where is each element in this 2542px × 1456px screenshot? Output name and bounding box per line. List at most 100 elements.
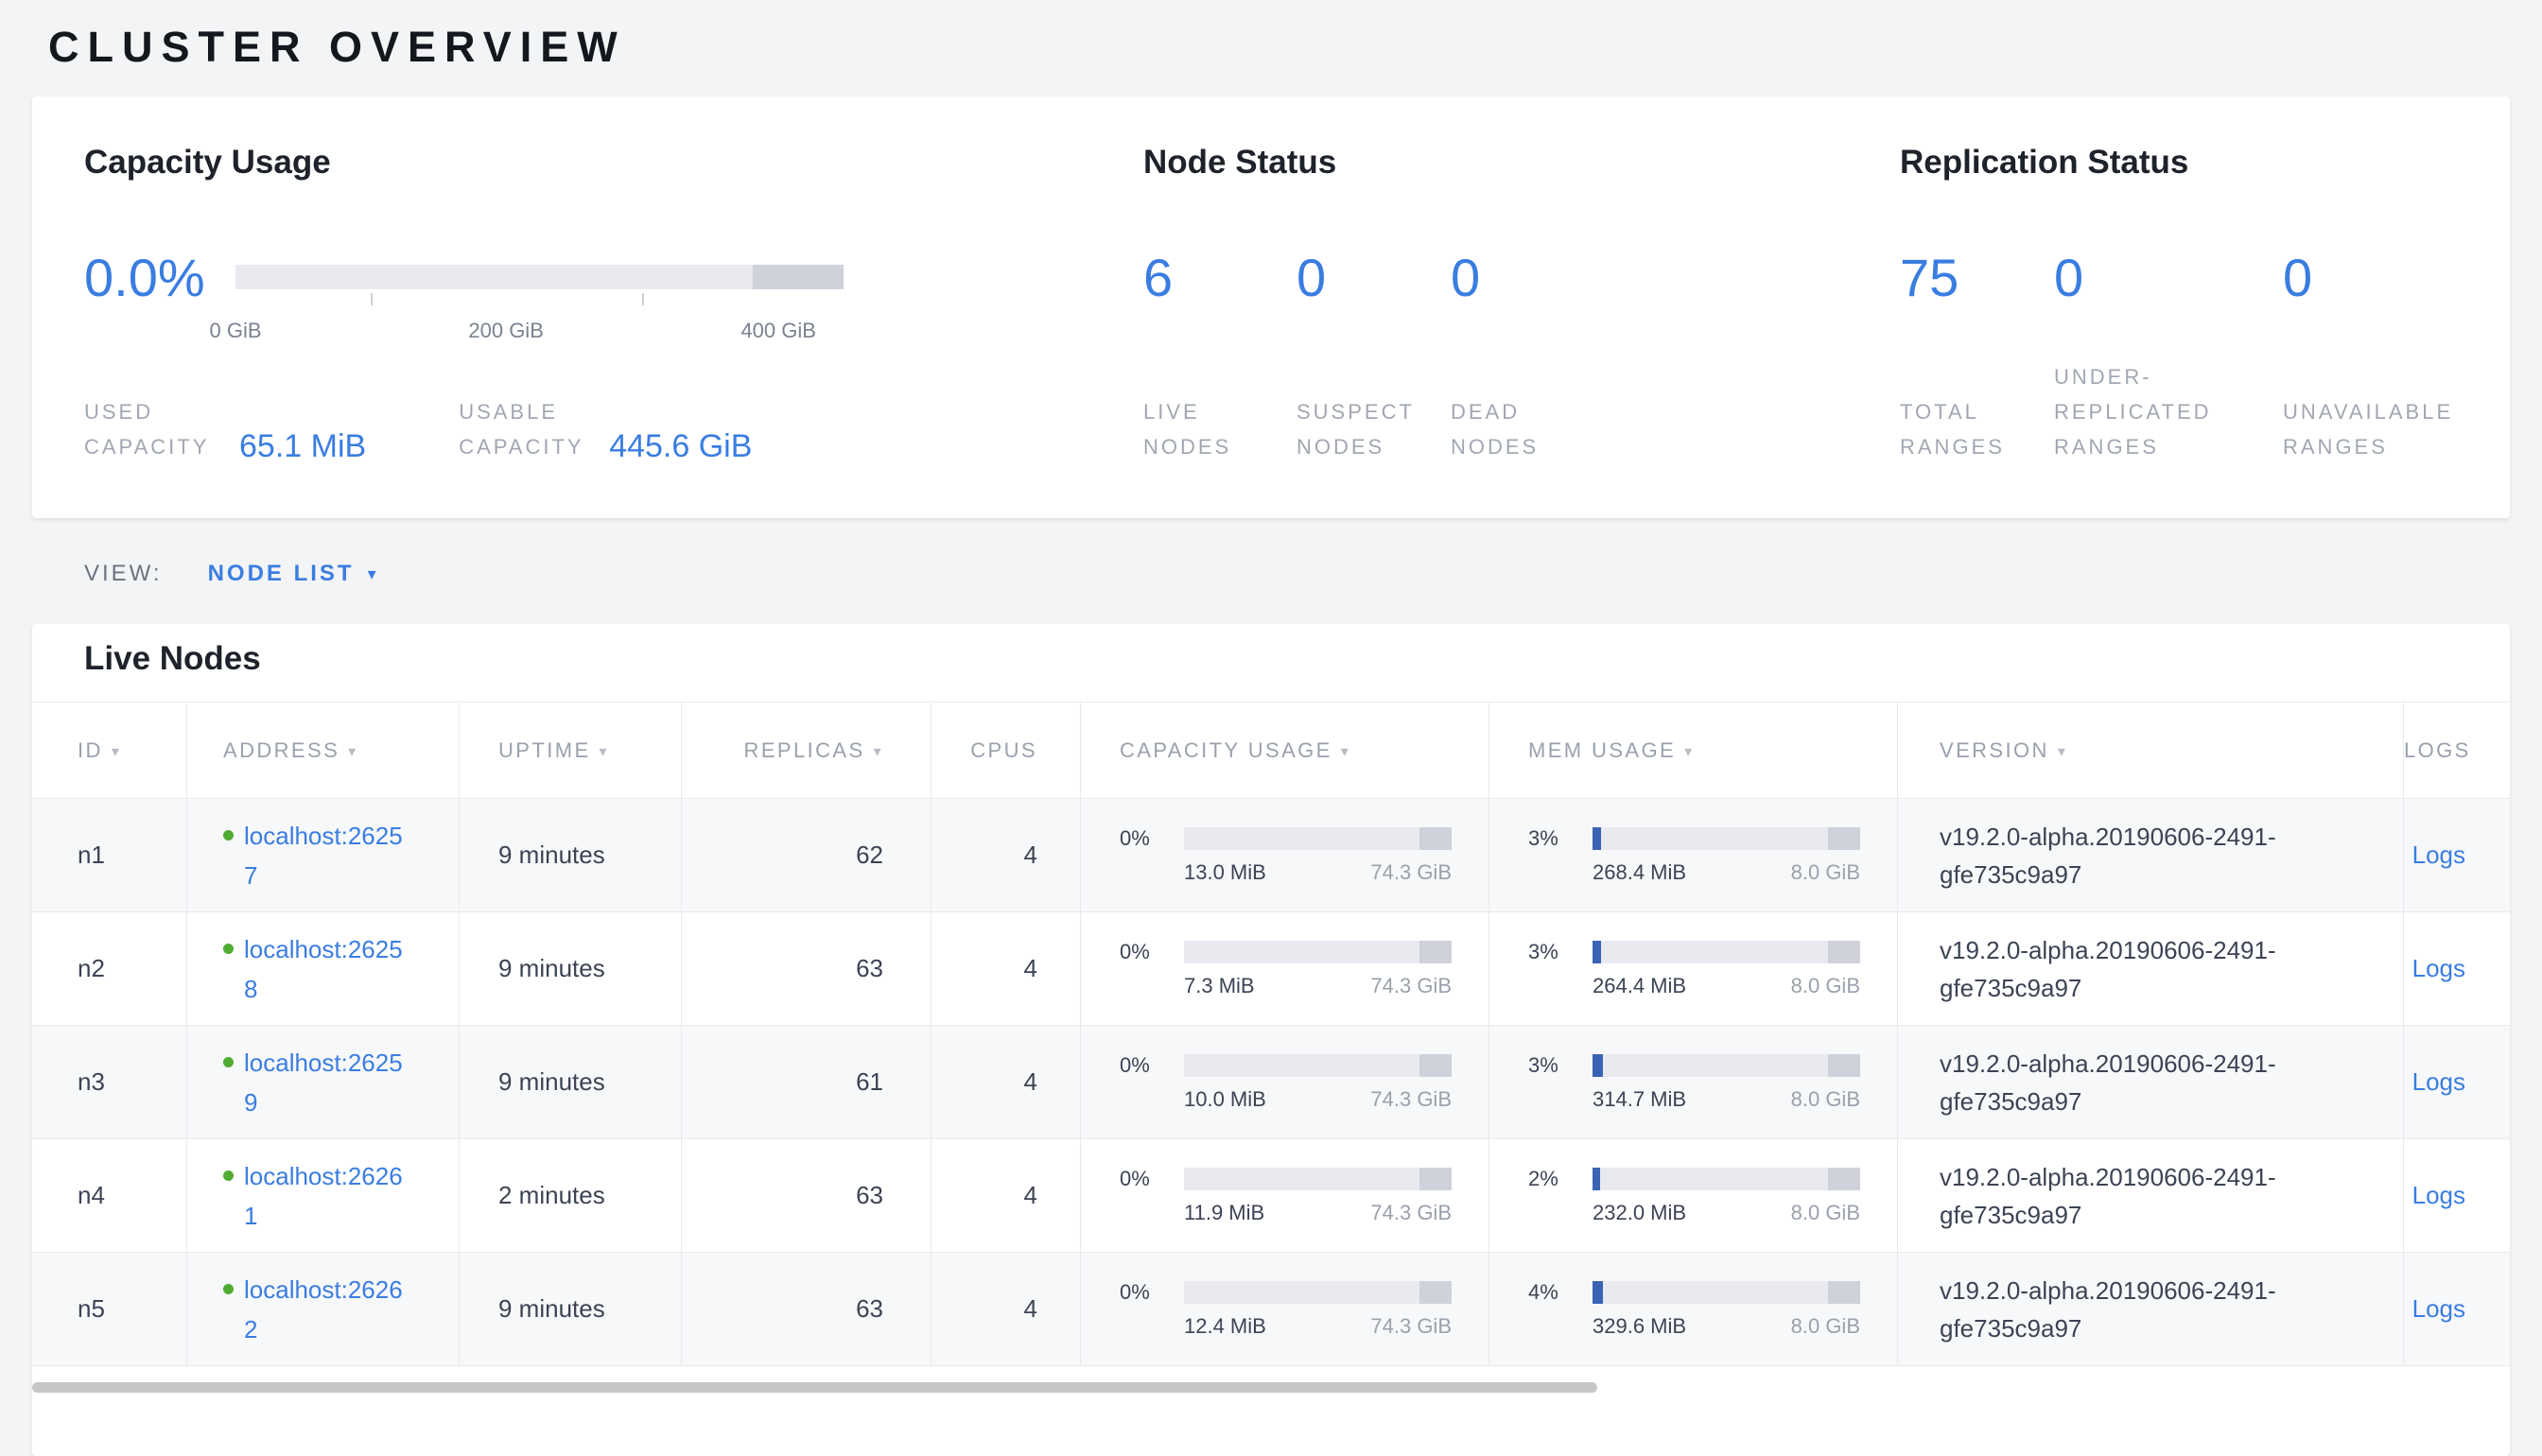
node-uptime-cell: 2 minutes <box>459 1139 681 1252</box>
logs-link[interactable]: Logs <box>2412 1181 2465 1210</box>
sort-caret-icon: ▾ <box>2058 740 2067 761</box>
view-dropdown[interactable]: NODE LIST ▾ <box>208 561 379 587</box>
table-row: n2 localhost:26258 9 minutes 63 4 0% <box>32 912 2510 1026</box>
node-capacity-usage-cell: 0% 10.0 MiB74.3 GiB <box>1080 1026 1489 1138</box>
live-status-icon <box>223 1057 234 1067</box>
axis-tick-mark <box>371 293 373 305</box>
node-version-cell: v19.2.0-alpha.20190606-2491-gfe735c9a97 <box>1897 1139 2403 1252</box>
node-replicas-cell: 63 <box>681 1253 931 1365</box>
node-uptime-cell: 9 minutes <box>459 1253 681 1365</box>
node-id-cell: n1 <box>32 799 186 911</box>
node-mem-usage-cell: 3% 268.4 MiB8.0 GiB <box>1489 799 1897 911</box>
unavailable-ranges-count: 0 <box>2283 251 2453 304</box>
capacity-percent: 0% <box>1120 1280 1184 1305</box>
table-row: n5 localhost:26262 9 minutes 63 4 0% <box>32 1253 2510 1366</box>
node-address-link[interactable]: localhost:26262 <box>244 1270 407 1349</box>
node-mem-usage-cell: 3% 264.4 MiB8.0 GiB <box>1489 912 1897 1025</box>
live-status-icon <box>223 1170 234 1181</box>
memory-percent: 4% <box>1528 1280 1593 1305</box>
view-label: VIEW: <box>84 561 163 587</box>
node-capacity-usage-cell: 0% 13.0 MiB74.3 GiB <box>1080 799 1489 911</box>
replication-status-section: Replication Status 75 TOTAL RANGES 0 UND… <box>1900 143 2458 518</box>
table-row: n1 localhost:26257 9 minutes 62 4 0% <box>32 799 2510 912</box>
node-capacity-usage-cell: 0% 7.3 MiB74.3 GiB <box>1080 912 1489 1025</box>
capacity-percent: 0% <box>1120 826 1184 851</box>
column-header-mem-usage[interactable]: MEM USAGE▾ <box>1489 702 1897 798</box>
live-status-icon <box>223 944 234 954</box>
capacity-usage-heading: Capacity Usage <box>84 143 1143 182</box>
suspect-nodes-stat: 0 SUSPECT NODES <box>1297 251 1451 464</box>
live-nodes-table: ID▾ ADDRESS▾ UPTIME▾ REPLICAS▾ CPUS CAPA… <box>32 702 2510 1366</box>
axis-tick-label: 0 GiB <box>209 319 261 343</box>
column-header-uptime[interactable]: UPTIME▾ <box>459 702 681 798</box>
node-version-cell: v19.2.0-alpha.20190606-2491-gfe735c9a97 <box>1897 1253 2403 1365</box>
page-title: CLUSTER OVERVIEW <box>48 0 2510 71</box>
node-address-cell: localhost:26261 <box>186 1139 459 1252</box>
node-logs-cell: Logs <box>2403 1139 2510 1252</box>
node-version-cell: v19.2.0-alpha.20190606-2491-gfe735c9a97 <box>1897 799 2403 911</box>
node-replicas-cell: 63 <box>681 1139 931 1252</box>
mem-usage-bar <box>1593 1168 1860 1190</box>
table-row: n3 localhost:26259 9 minutes 61 4 0% <box>32 1026 2510 1139</box>
unavailable-ranges-stat: 0 UNAVAILABLE RANGES <box>2283 251 2453 464</box>
usable-capacity-value: 445.6 GiB <box>609 428 752 464</box>
horizontal-scrollbar-thumb[interactable] <box>32 1382 1597 1393</box>
node-id-cell: n4 <box>32 1139 186 1252</box>
usable-capacity-label: USABLE CAPACITY <box>459 394 609 464</box>
logs-link[interactable]: Logs <box>2412 954 2465 983</box>
memory-percent: 3% <box>1528 826 1593 851</box>
node-cpus-cell: 4 <box>931 1139 1080 1252</box>
node-cpus-cell: 4 <box>931 1253 1080 1365</box>
axis-tick-mark <box>642 293 644 305</box>
node-status-heading: Node Status <box>1143 143 1900 182</box>
node-logs-cell: Logs <box>2403 799 2510 911</box>
node-mem-usage-cell: 2% 232.0 MiB8.0 GiB <box>1489 1139 1897 1252</box>
used-capacity-value: 65.1 MiB <box>239 428 366 464</box>
sort-caret-icon: ▾ <box>112 740 121 761</box>
logs-link[interactable]: Logs <box>2412 841 2465 870</box>
suspect-nodes-label: SUSPECT NODES <box>1297 394 1451 464</box>
sort-caret-icon: ▾ <box>1341 740 1350 761</box>
unavailable-ranges-label: UNAVAILABLE RANGES <box>2283 394 2453 464</box>
column-header-logs: LOGS <box>2403 702 2510 798</box>
column-header-cpus[interactable]: CPUS <box>931 702 1080 798</box>
live-status-icon <box>223 830 234 841</box>
node-address-link[interactable]: localhost:26259 <box>244 1043 407 1122</box>
node-id-cell: n3 <box>32 1026 186 1138</box>
capacity-percent: 0% <box>1120 1167 1184 1191</box>
column-header-replicas[interactable]: REPLICAS▾ <box>681 702 931 798</box>
view-bar: VIEW: NODE LIST ▾ <box>84 560 2510 588</box>
capacity-usage-section: Capacity Usage 0.0% 0 GiB 200 GiB 400 Gi… <box>84 143 1143 518</box>
dead-nodes-label: DEAD NODES <box>1451 394 1539 464</box>
column-header-capacity-usage[interactable]: CAPACITY USAGE▾ <box>1080 702 1489 798</box>
node-cpus-cell: 4 <box>931 1026 1080 1138</box>
column-header-version[interactable]: VERSION▾ <box>1897 702 2403 798</box>
view-dropdown-value: NODE LIST <box>208 561 355 587</box>
under-replicated-ranges-count: 0 <box>2054 251 2283 304</box>
node-capacity-usage-cell: 0% 12.4 MiB74.3 GiB <box>1080 1253 1489 1365</box>
table-body: n1 localhost:26257 9 minutes 62 4 0% <box>32 799 2510 1366</box>
logs-link[interactable]: Logs <box>2412 1294 2465 1324</box>
capacity-percent-value: 0.0% <box>84 251 235 304</box>
node-replicas-cell: 62 <box>681 799 931 911</box>
node-address-link[interactable]: localhost:26258 <box>244 929 407 1009</box>
node-cpus-cell: 4 <box>931 912 1080 1025</box>
node-uptime-cell: 9 minutes <box>459 799 681 911</box>
node-address-link[interactable]: localhost:26261 <box>244 1156 407 1236</box>
column-header-id[interactable]: ID▾ <box>32 702 186 798</box>
under-replicated-ranges-stat: 0 UNDER- REPLICATED RANGES <box>2054 251 2283 464</box>
node-address-cell: localhost:26262 <box>186 1253 459 1365</box>
table-row: n4 localhost:26261 2 minutes 63 4 0% <box>32 1139 2510 1253</box>
node-version-cell: v19.2.0-alpha.20190606-2491-gfe735c9a97 <box>1897 912 2403 1025</box>
capacity-bar-reserved-segment <box>753 265 844 289</box>
logs-link[interactable]: Logs <box>2412 1067 2465 1097</box>
column-header-address[interactable]: ADDRESS▾ <box>186 702 459 798</box>
node-id-cell: n2 <box>32 912 186 1025</box>
axis-tick-label: 200 GiB <box>468 319 544 343</box>
capacity-bar-track <box>235 265 844 289</box>
node-replicas-cell: 61 <box>681 1026 931 1138</box>
capacity-usage-bar <box>1184 1054 1452 1077</box>
node-address-link[interactable]: localhost:26257 <box>244 816 407 895</box>
total-ranges-label: TOTAL RANGES <box>1900 394 2054 464</box>
node-mem-usage-cell: 3% 314.7 MiB8.0 GiB <box>1489 1026 1897 1138</box>
